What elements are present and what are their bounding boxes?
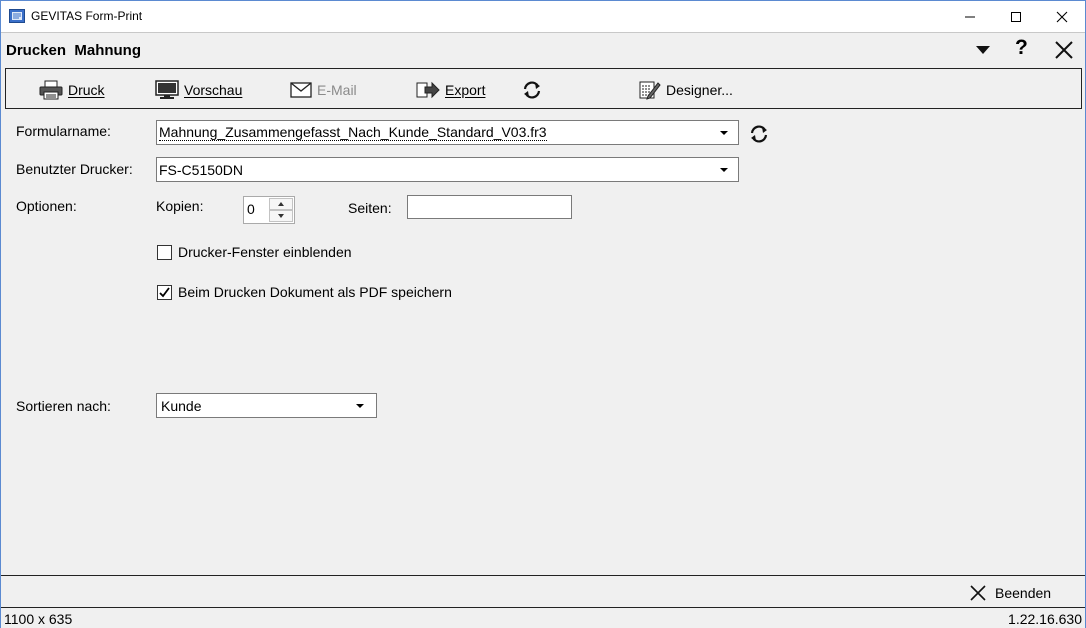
export-icon: [416, 81, 440, 99]
designer-icon: [639, 81, 661, 100]
pdf-speichern-label: Beim Drucken Dokument als PDF speichern: [178, 284, 452, 300]
check-icon: [159, 286, 170, 297]
stepper-up-button[interactable]: [269, 198, 293, 210]
export-label: Export: [445, 82, 486, 98]
kopien-label: Kopien:: [156, 198, 204, 214]
minimize-button[interactable]: [947, 1, 993, 32]
help-icon[interactable]: ?: [1015, 36, 1028, 60]
header-bar: Drucken Mahnung ?: [1, 32, 1085, 66]
formularname-select[interactable]: Mahnung_Zusammengefasst_Nach_Kunde_Stand…: [156, 120, 739, 145]
chevron-up-icon: [278, 202, 284, 206]
stepper-down-button[interactable]: [269, 210, 293, 222]
chevron-down-icon[interactable]: [974, 43, 992, 55]
chevron-down-icon: [720, 168, 728, 172]
beenden-label: Beenden: [995, 585, 1052, 601]
drucker-value: FS-C5150DN: [159, 161, 244, 178]
maximize-button[interactable]: [993, 1, 1039, 32]
email-label: E-Mail: [317, 82, 357, 98]
refresh-icon[interactable]: [748, 124, 770, 144]
drucker-fenster-checkbox[interactable]: [157, 244, 172, 260]
export-button[interactable]: Export: [416, 79, 485, 101]
preview-label: Vorschau: [184, 82, 243, 98]
sortieren-value: Kunde: [161, 397, 202, 414]
title-bar: GEVITAS Form-Print: [1, 1, 1085, 32]
version-text: 1.22.16.630: [1008, 611, 1082, 627]
designer-label: Designer...: [666, 82, 733, 98]
designer-button[interactable]: Designer...: [639, 79, 733, 101]
close-icon[interactable]: [1053, 39, 1075, 61]
stepper-buttons: [269, 198, 293, 222]
print-button[interactable]: Druck: [39, 79, 105, 101]
formularname-value: Mahnung_Zusammengefasst_Nach_Kunde_Stand…: [159, 124, 547, 141]
chevron-down-icon: [720, 131, 728, 135]
status-bar: 1100 x 635 1.22.16.630: [1, 608, 1085, 628]
mail-icon: [290, 82, 312, 98]
chevron-down-icon: [278, 214, 284, 218]
kopien-stepper[interactable]: 0: [243, 196, 295, 224]
close-icon: [970, 585, 986, 601]
minimize-icon: [965, 16, 975, 17]
page-title: Drucken Mahnung: [6, 42, 142, 59]
preview-button[interactable]: Vorschau: [155, 79, 242, 101]
chevron-down-icon: [356, 404, 364, 408]
drucker-fenster-checkbox-row[interactable]: Drucker-Fenster einblenden: [157, 244, 352, 260]
drucker-select[interactable]: FS-C5150DN: [156, 157, 739, 182]
sortieren-select[interactable]: Kunde: [156, 393, 377, 418]
pdf-speichern-checkbox-row[interactable]: Beim Drucken Dokument als PDF speichern: [157, 284, 452, 300]
drucker-label: Benutzter Drucker:: [16, 161, 133, 177]
footer-bar: Beenden: [1, 575, 1085, 608]
print-label: Druck: [68, 82, 105, 98]
seiten-input[interactable]: [407, 195, 572, 219]
app-window: GEVITAS Form-Print Drucken Mahnung ? Dru…: [0, 0, 1086, 628]
window-title: GEVITAS Form-Print: [31, 9, 143, 23]
monitor-icon: [155, 80, 179, 99]
formularname-label: Formularname:: [16, 123, 111, 139]
drucker-fenster-label: Drucker-Fenster einblenden: [178, 244, 352, 260]
maximize-icon: [1011, 11, 1021, 22]
close-icon: [1056, 11, 1068, 22]
refresh-icon: [523, 81, 541, 99]
window-size-text: 1100 x 635: [4, 611, 73, 627]
sortieren-label: Sortieren nach:: [16, 398, 111, 414]
window-close-button[interactable]: [1039, 1, 1085, 32]
pdf-speichern-checkbox[interactable]: [157, 284, 172, 300]
printer-icon: [39, 80, 63, 100]
app-icon: [9, 9, 25, 23]
refresh-button[interactable]: [521, 79, 543, 101]
toolbar: Druck Vorschau E-Mail Export Designer...: [5, 68, 1082, 109]
beenden-button[interactable]: Beenden: [969, 584, 1051, 602]
email-button[interactable]: E-Mail: [290, 79, 357, 101]
seiten-label: Seiten:: [348, 200, 392, 216]
optionen-label: Optionen:: [16, 198, 77, 214]
kopien-value: 0: [247, 201, 255, 217]
